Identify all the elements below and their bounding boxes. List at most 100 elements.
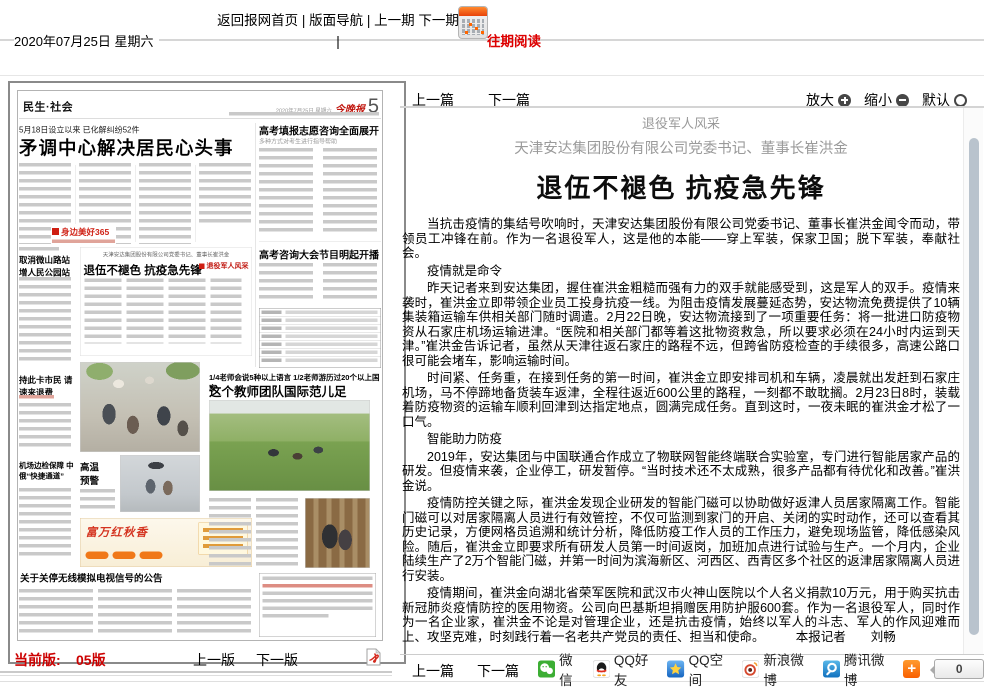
red-square-icon xyxy=(199,263,205,269)
share-next-article-link[interactable]: 下一篇 xyxy=(477,661,519,681)
sim-text xyxy=(323,148,377,236)
share-wechat-label: 微信 xyxy=(559,649,585,689)
zoom-in-icon[interactable] xyxy=(838,94,851,107)
ad-chip xyxy=(113,552,136,560)
sim-text-red xyxy=(19,395,54,399)
bottom-rule-2 xyxy=(0,675,392,676)
sim-text xyxy=(139,163,191,244)
ad-calligraphy-text: 富万红秋香 xyxy=(86,523,149,540)
teachers-lawn-photo xyxy=(209,400,370,491)
tencent-weibo-icon xyxy=(823,660,840,678)
main-article-title[interactable]: 矛调中心解决居民心头事 xyxy=(19,133,251,160)
right-article-1-subtitle: 多种方式对考生进行指导帮助 xyxy=(259,137,337,146)
sim-text xyxy=(259,263,313,302)
reader-toolbar-divider xyxy=(400,106,984,108)
right-article-2-title[interactable]: 高考咨询大会节目明起开播 xyxy=(259,247,381,262)
header-divider xyxy=(0,75,984,76)
share-count-badge[interactable]: 0 xyxy=(934,659,984,679)
masthead-contacts-simtext xyxy=(229,112,379,116)
prev-issue-link[interactable]: 上一期 xyxy=(374,13,415,28)
zoom-default-icon[interactable] xyxy=(954,94,967,107)
share-sina-label: 新浪微博 xyxy=(763,649,814,689)
left-article-3-title[interactable]: 机场边检保障 中俄“快捷通道” xyxy=(19,460,74,481)
share-tencent-weibo[interactable]: 腾讯微博 xyxy=(823,649,895,689)
calendar-icon[interactable] xyxy=(458,6,488,39)
column-rule xyxy=(195,165,196,242)
current-page-label: 当前版: xyxy=(14,650,61,670)
right-article-1-title[interactable]: 高考填报志愿咨询全面展开 xyxy=(259,123,381,138)
badge-365: 身边美好365 xyxy=(51,224,116,244)
article-kicker: 退役军人风采 xyxy=(402,113,960,132)
sina-weibo-eye-icon xyxy=(742,660,759,678)
street-crowd-photo xyxy=(80,362,200,452)
zoom-out-icon[interactable] xyxy=(896,94,909,107)
teacher-article-title[interactable]: 这个教师团队国际范儿足 xyxy=(209,382,381,400)
home-link[interactable]: 返回报网首页 | xyxy=(217,13,305,28)
next-page-link[interactable]: 下一版 xyxy=(256,650,298,670)
sim-text xyxy=(209,498,251,567)
bottom-rule xyxy=(0,671,392,673)
sim-text xyxy=(19,589,93,636)
sim-text xyxy=(323,263,377,302)
section-name: 民生·社会 xyxy=(23,98,73,114)
wechat-icon xyxy=(538,660,555,678)
notice-title[interactable]: 关于关停无线模拟电视信号的公告 xyxy=(20,571,163,585)
paragraph: 疫情防控关键之际，崔洪金发现企业研发的智能门磁可以协助做好返津人员居家隔离工作。… xyxy=(402,496,960,583)
red-square-icon xyxy=(52,228,59,235)
past-issues-link[interactable]: 往期阅读 xyxy=(487,30,541,50)
sim-text xyxy=(259,148,313,236)
sim-text xyxy=(19,277,71,361)
top-navigation: 返回报网首页 | 版面导航 | 上一期 下一期 | xyxy=(214,11,462,53)
article-subtitle: 天津安达集团股份有限公司党委书记、董事长崔洪金 xyxy=(402,137,960,158)
sim-text xyxy=(127,279,164,344)
street-photo-small xyxy=(120,455,200,512)
section-heading: 智能助力防疫 xyxy=(402,432,960,447)
share-qq[interactable]: QQ好友 xyxy=(593,649,660,689)
share-sina-weibo[interactable]: 新浪微博 xyxy=(742,649,814,689)
sim-text xyxy=(19,488,71,560)
center-article[interactable]: 天津安达集团股份有限公司党委书记、董事长崔洪金 退伍不褪色 抗疫急先锋 退役军人… xyxy=(80,247,252,356)
article-title: 退伍不褪色 抗疫急先锋 xyxy=(402,168,960,205)
paragraph: 昨天记者来到安达集团，握住崔洪金粗糙而强有力的双手就能感受到，这是军人的双手。疫… xyxy=(402,281,960,368)
scrollbar-thumb[interactable] xyxy=(969,138,979,635)
article-view: 退役军人风采 天津安达集团股份有限公司党委书记、董事长崔洪金 退伍不褪色 抗疫急… xyxy=(402,111,960,651)
sim-text xyxy=(256,498,298,567)
share-bar: 微信 QQ好友 QQ空间 新浪微博 腾讯微博 + 0 xyxy=(538,658,984,680)
newspaper-page-thumbnail[interactable]: 民生·社会 2020年7月25日 星期六今晚报5 5月18日设立以来 已化解纠纷… xyxy=(17,90,383,641)
qzone-star-icon xyxy=(667,660,684,678)
share-qzone[interactable]: QQ空间 xyxy=(667,649,734,689)
center-article-kicker: 天津安达集团股份有限公司党委书记、董事长崔洪金 xyxy=(84,251,249,259)
ad-chip xyxy=(86,552,109,560)
sim-text xyxy=(169,279,206,344)
current-page-value: 05版 xyxy=(76,650,106,670)
paragraph: 时间紧、任务重，在接到任务的第一时间，崔洪金立即安排司机和车辆，凌晨就出发赶到石… xyxy=(402,371,960,429)
left-article-1-title[interactable]: 取消微山路站 增人民公园站 xyxy=(19,253,74,278)
share-qq-label: QQ好友 xyxy=(614,649,660,689)
pdf-icon[interactable] xyxy=(366,648,381,671)
sim-text xyxy=(177,589,251,636)
paragraph: 当抗击疫情的集结号吹响时，天津安达集团股份有限公司党委书记、董事长崔洪金闻令而动… xyxy=(402,217,960,261)
share-wechat[interactable]: 微信 xyxy=(538,649,585,689)
sim-text xyxy=(80,489,115,511)
share-prev-article-link[interactable]: 上一篇 xyxy=(412,661,454,681)
center-article-badge: 退役军人风采 xyxy=(199,261,249,271)
issue-date: 2020年07月25日 星期六 xyxy=(14,31,159,50)
page-thumbnail-panel: 民生·社会 2020年7月25日 星期六今晚报5 5月18日设立以来 已化解纠纷… xyxy=(8,81,406,664)
paragraph: 疫情期间，崔洪金向湖北省荣军医院和武汉市火神山医院以个人名义捐款10万元，用于购… xyxy=(402,586,960,644)
page-nav-link[interactable]: 版面导航 | xyxy=(309,13,370,28)
sim-text xyxy=(211,279,242,344)
share-qzone-label: QQ空间 xyxy=(689,649,735,689)
calendar-grid-icon xyxy=(462,19,484,35)
masthead-rule xyxy=(19,118,381,119)
share-tencent-label: 腾讯微博 xyxy=(844,649,895,689)
calendar-dots-icon xyxy=(469,23,472,26)
section-heading: 疫情就是命令 xyxy=(402,264,960,279)
heat-warning-title[interactable]: 高温预警 xyxy=(80,460,102,487)
article-body: 当抗击疫情的集结号吹响时，天津安达集团股份有限公司党委书记、董事长崔洪金闻令而动… xyxy=(402,217,960,644)
sim-text xyxy=(85,279,122,344)
info-box xyxy=(259,573,376,637)
share-more-button[interactable]: + xyxy=(903,660,920,678)
prev-page-link[interactable]: 上一版 xyxy=(193,650,235,670)
library-photo xyxy=(305,498,370,568)
sim-text xyxy=(199,163,251,223)
